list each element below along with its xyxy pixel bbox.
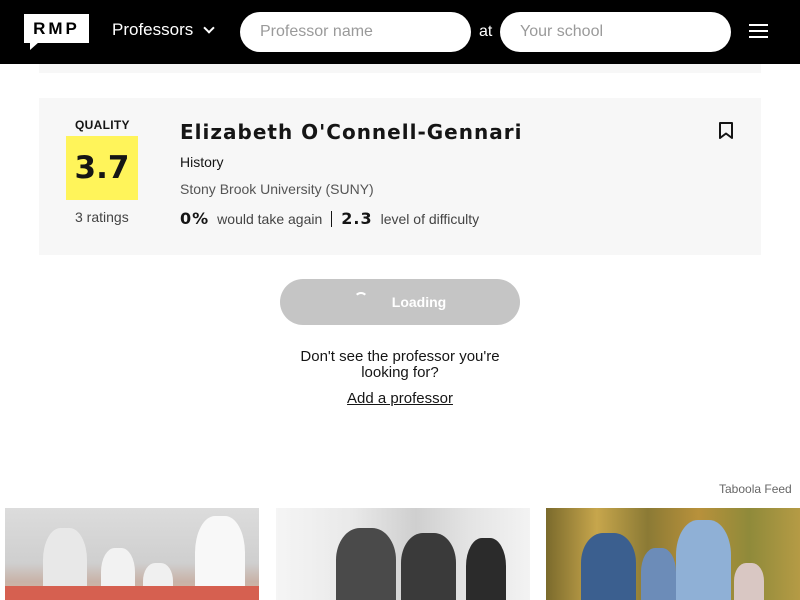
professor-name: Elizabeth O'Connell-Gennari <box>180 120 523 144</box>
ad-figure <box>581 533 636 600</box>
ad-figure <box>336 528 396 600</box>
top-header: RMP Professors at <box>0 0 800 64</box>
ad-thumbnail-1[interactable] <box>5 508 259 600</box>
ad-thumbnail-2[interactable] <box>276 508 530 600</box>
professor-stats: 0% would take again 2.3 level of difficu… <box>180 209 479 228</box>
load-more-button[interactable]: Loading <box>280 279 520 325</box>
taboola-feed-label[interactable]: Taboola Feed <box>719 482 792 496</box>
difficulty-label: level of difficulty <box>380 210 480 227</box>
hamburger-menu-icon[interactable] <box>749 24 768 40</box>
professor-card[interactable]: QUALITY 3.7 3 ratings Elizabeth O'Connel… <box>39 98 761 255</box>
spinner-icon <box>353 292 368 306</box>
take-again-label: would take again <box>217 210 323 227</box>
chevron-down-icon <box>203 22 215 34</box>
search-type-dropdown[interactable]: Professors <box>112 20 215 40</box>
logo-text: RMP <box>24 14 89 43</box>
take-again-value: 0% <box>180 209 210 228</box>
logo-speech-tail <box>30 42 39 50</box>
difficulty-value: 2.3 <box>341 209 373 228</box>
professor-name-input[interactable] <box>240 12 471 52</box>
ad-floor <box>5 586 259 600</box>
school-input[interactable] <box>500 12 731 52</box>
ad-figure <box>641 548 676 600</box>
not-found-text: Don't see the professor you're looking f… <box>300 348 500 381</box>
ad-figure <box>734 563 764 600</box>
add-professor-link[interactable]: Add a professor <box>280 390 520 407</box>
loading-label: Loading <box>391 294 447 310</box>
professor-school: Stony Brook University (SUNY) <box>180 181 374 197</box>
ad-thumbnail-3[interactable] <box>546 508 800 600</box>
ad-figure <box>676 520 731 600</box>
stats-divider <box>331 210 333 227</box>
ad-figure <box>466 538 506 600</box>
search-type-label: Professors <box>112 20 194 39</box>
rmp-logo[interactable]: RMP <box>24 14 89 50</box>
bookmark-icon[interactable] <box>719 122 733 139</box>
quality-score: 3.7 <box>66 136 138 200</box>
professor-department: History <box>180 154 224 170</box>
ratings-count: 3 ratings <box>75 209 129 225</box>
ad-figure <box>401 533 456 600</box>
quality-label: QUALITY <box>75 118 130 132</box>
at-label: at <box>479 23 493 40</box>
